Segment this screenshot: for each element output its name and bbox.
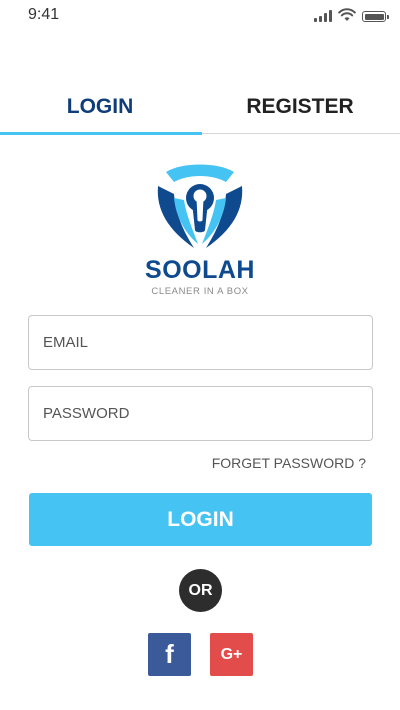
brand-name: SOOLAH (145, 256, 255, 284)
tab-login[interactable]: LOGIN (0, 86, 200, 134)
signal-icon (314, 10, 332, 22)
google-plus-login-button[interactable]: G+ (210, 633, 253, 676)
password-input[interactable] (29, 387, 372, 440)
active-tab-indicator (0, 132, 202, 135)
tab-register[interactable]: REGISTER (200, 86, 400, 134)
email-input[interactable] (29, 316, 372, 369)
status-icons (314, 8, 389, 22)
brand-logo: SOOLAH CLEANER IN A BOX (140, 156, 260, 306)
status-time: 9:41 (28, 6, 60, 23)
facebook-icon: f (165, 639, 174, 669)
auth-tabs: LOGIN REGISTER (0, 86, 400, 135)
brand-tagline: CLEANER IN A BOX (151, 286, 249, 297)
password-field (28, 386, 373, 441)
battery-icon (362, 11, 389, 22)
email-field (28, 315, 373, 370)
keyhole-shield-icon (157, 164, 243, 248)
wifi-icon (338, 8, 356, 21)
google-plus-icon: G+ (220, 645, 243, 663)
forgot-password-link[interactable]: FORGET PASSWORD ? (212, 455, 366, 471)
status-bar: 9:41 (0, 0, 400, 30)
login-button[interactable]: LOGIN (29, 493, 372, 546)
or-divider: OR (179, 569, 222, 612)
facebook-login-button[interactable]: f (148, 633, 191, 676)
